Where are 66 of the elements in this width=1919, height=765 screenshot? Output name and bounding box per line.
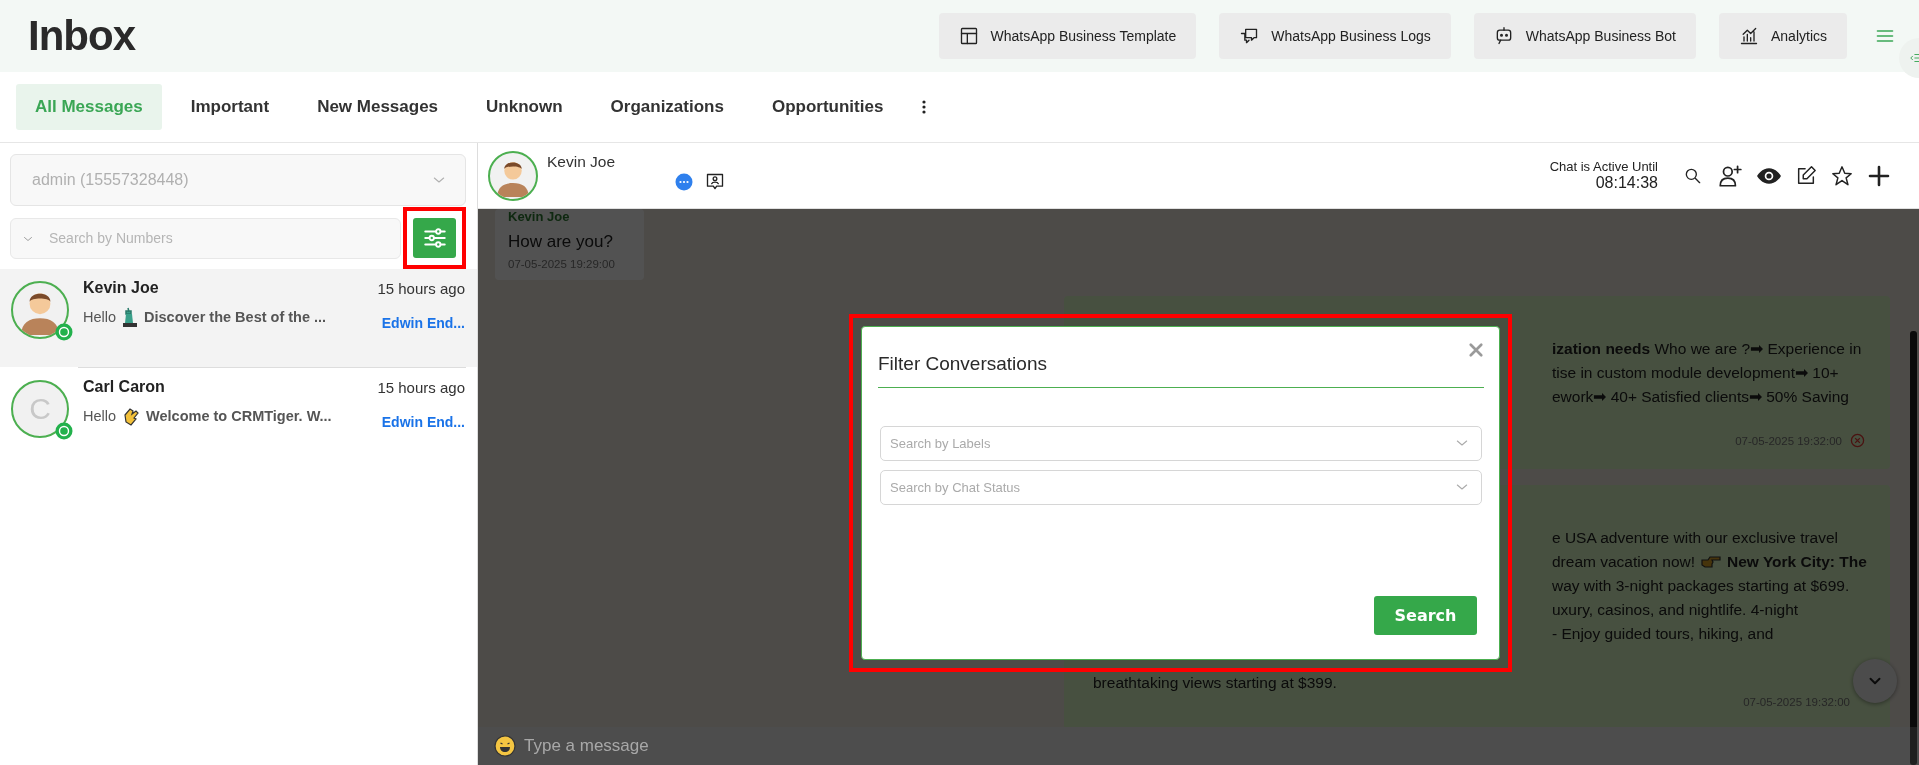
chat-bubbles-icon [1239,26,1260,46]
message-input[interactable]: Type a message [524,733,924,759]
message-text: ework➡ 40+ Satisfied clients➡ 50% Saving [1552,387,1849,407]
filter-select[interactable]: Search by Chat Status [880,470,1482,505]
message-text: e USA adventure with our exclusive travel [1552,528,1839,548]
preview-text: Discover the Best of the ... [144,309,327,325]
header-button[interactable]: WhatsApp Business Logs [1219,13,1451,59]
chat-bubble-icon [675,173,693,191]
preview-text: Welcome to CRMTiger. W... [146,408,332,424]
header-button[interactable]: WhatsApp Business Bot [1473,13,1696,59]
filter-select[interactable]: Search by Labels [880,426,1482,461]
edit-button[interactable] [1795,164,1817,187]
message-text: - Enjoy guided tours, hiking, and [1552,624,1774,644]
plus-icon [1867,163,1891,188]
tab[interactable]: Unknown [467,84,582,130]
scrollbar[interactable] [1910,331,1917,765]
collapse-icon [1909,51,1919,65]
contact-time: 15 hours ago [377,279,465,297]
tab[interactable]: Opportunities [752,84,903,130]
whatsapp-badge-icon [55,422,73,440]
contact-time: 15 hours ago [377,378,465,396]
dialog-title: Filter Conversations [878,353,1048,376]
star-icon [1831,164,1853,187]
message-text: New York City: The [1727,552,1867,572]
contact-name: Carl Caron [83,378,165,396]
message-text: uxury, casinos, and nightlife. 4-night [1552,600,1799,620]
add-user-button[interactable] [1717,162,1743,189]
message-text: How are you? [508,232,614,252]
pointing-hand-emoji-icon [1700,554,1723,570]
contact-card-icon [705,172,725,192]
layout-icon [958,26,979,46]
header-button[interactable]: WhatsApp Business Template [938,13,1197,59]
chart-icon [1738,26,1759,46]
whatsapp-badge-icon [55,323,73,341]
agent-name: Edwin End... [381,315,465,331]
message-sender: Kevin Joe [508,209,571,224]
emoji-icon [494,735,516,757]
chat-active-time: 08:14:38 [1594,174,1658,192]
agent-name: Edwin End... [381,414,465,430]
contact-name: Kevin Joe [83,279,159,297]
add-button[interactable] [1867,163,1891,188]
close-button[interactable] [1467,341,1485,359]
close-icon [1467,341,1485,359]
tab[interactable]: New Messages [298,84,458,130]
chat-contact-name: Kevin Joe [547,153,617,171]
contact-item[interactable]: Kevin Joe 15 hours ago Hello Discover the Best of the ... Edwin End... [0,269,477,367]
message-text: breathtaking views starting at $399. [1092,673,1338,693]
add-user-icon [1717,162,1743,189]
more-icon [922,100,927,114]
sliders-icon [421,225,448,251]
filter-button[interactable] [413,218,456,258]
search-field[interactable]: Search by Numbers [10,217,401,259]
star-button[interactable] [1831,164,1853,187]
edit-icon [1795,164,1817,187]
header-button[interactable]: Analytics [1718,13,1847,59]
message-text: dream vacation now! [1552,552,1696,572]
preview-text: Hello [83,408,117,424]
statue-emoji-icon [121,307,140,327]
chat-active-label: Chat is Active Until [1549,159,1658,174]
message-text: ization needs Who we are ?➡ Experience in [1552,339,1862,359]
message-text: tise in custom module development➡ 10+ [1552,363,1839,383]
message-text: way with 3-night packages starting at $699. [1552,576,1850,596]
tab[interactable]: Important [171,84,289,130]
tab[interactable]: Organizations [591,84,743,130]
page-title: Inbox [28,12,137,60]
preview-text: Hello [83,309,117,325]
